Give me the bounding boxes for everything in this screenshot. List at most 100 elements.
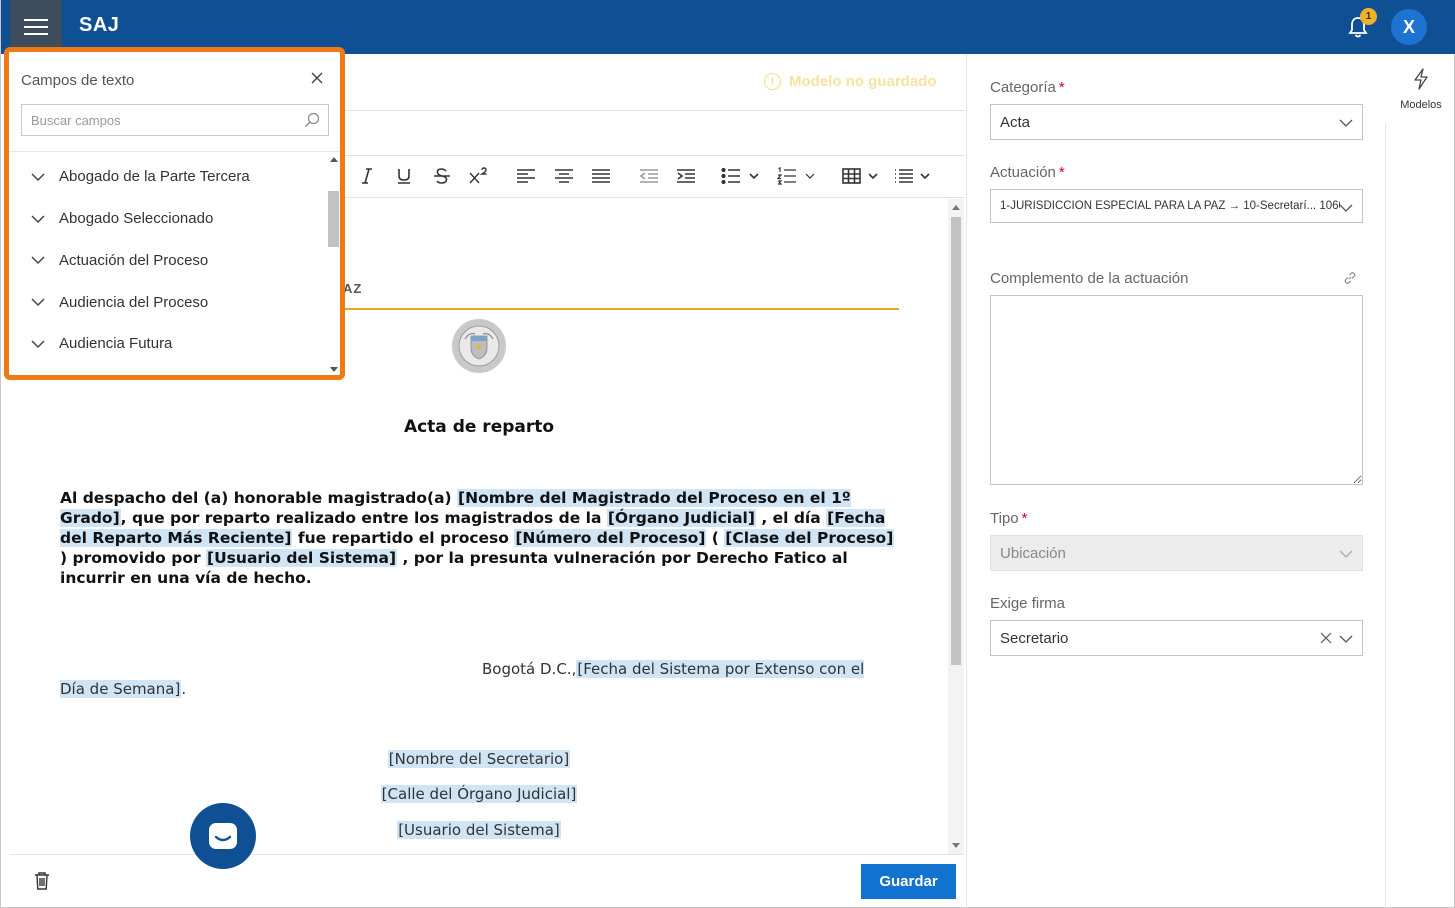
scroll-up-arrow[interactable]	[330, 157, 338, 162]
app-brand: SAJ	[79, 14, 120, 36]
field-placeholder: [Usuario del Sistema]	[397, 821, 561, 839]
italic-icon	[362, 168, 372, 184]
hamburger-icon	[24, 26, 48, 28]
numbered-list-icon	[777, 167, 815, 185]
bullet-list-icon	[721, 167, 759, 185]
app-frame: SAJ 1 X ! Modelo no guardado AZ Acta de …	[0, 0, 1455, 908]
indent-button[interactable]	[674, 164, 698, 188]
underline-button[interactable]	[392, 164, 416, 188]
field-placeholder: [Órgano Judicial]	[606, 509, 756, 527]
chat-icon	[209, 823, 237, 849]
search-fields-input[interactable]	[21, 104, 329, 136]
search-icon[interactable]	[304, 112, 320, 128]
clear-icon[interactable]	[1320, 632, 1332, 644]
close-icon[interactable]	[309, 70, 325, 86]
label-text: Tipo	[990, 510, 1019, 527]
complemento-textarea[interactable]	[990, 295, 1363, 485]
scroll-down-arrow[interactable]	[330, 367, 338, 372]
divider	[1385, 124, 1386, 908]
paragraph-format-button[interactable]	[894, 164, 934, 188]
paragraph-text: , que por reparto realizado entre los ma…	[120, 509, 607, 527]
chevron-down-icon	[31, 173, 45, 181]
categoria-select[interactable]: Acta	[990, 104, 1363, 140]
lightning-icon	[1414, 68, 1428, 90]
place-date-line: Bogotá D.C., [Fecha del Sistema por Exte…	[60, 659, 890, 699]
scroll-up-arrow[interactable]	[952, 205, 960, 210]
avatar[interactable]: X	[1391, 9, 1427, 45]
tipo-select: Ubicación	[990, 535, 1363, 571]
tipo-label: Tipo *	[990, 510, 1027, 527]
divider	[10, 854, 965, 855]
align-left-button[interactable]	[514, 164, 538, 188]
exige-firma-select[interactable]: Secretario	[990, 620, 1363, 656]
list-item-label: Audiencia del Proceso	[59, 293, 209, 311]
outdent-button[interactable]	[637, 164, 661, 188]
paragraph-format-icon	[895, 169, 930, 183]
info-icon: !	[764, 73, 781, 90]
align-center-icon	[555, 169, 573, 183]
chat-launcher-button[interactable]	[190, 803, 256, 869]
list-item[interactable]: Abogado Seleccionado	[9, 198, 325, 240]
superscript-icon	[469, 167, 487, 184]
trash-icon[interactable]	[33, 871, 51, 891]
scroll-down-arrow[interactable]	[952, 843, 960, 848]
strikethrough-icon	[434, 168, 450, 184]
scroll-thumb[interactable]	[328, 191, 339, 247]
justify-button[interactable]	[589, 164, 613, 188]
chevron-down-icon	[31, 298, 45, 307]
save-status: ! Modelo no guardado	[764, 73, 937, 90]
outdent-icon	[639, 169, 658, 183]
divider	[966, 54, 967, 908]
list-item[interactable]: Audiencia del Proceso	[9, 281, 325, 323]
list-item-label: Abogado Seleccionado	[59, 210, 214, 228]
signature-field: [Nombre del Secretario]	[10, 750, 948, 768]
header-rule	[343, 308, 899, 310]
panel-title: Campos de texto	[21, 72, 135, 89]
signature-field: [Calle del Órgano Judicial]	[10, 785, 948, 803]
actuacion-select[interactable]: 1-JURISDICCÍON ESPECIAL PARA LA PAZ → 10…	[990, 189, 1363, 223]
document-scrollbar[interactable]	[948, 199, 964, 854]
chevron-down-icon	[1339, 635, 1353, 643]
align-left-icon	[517, 169, 535, 183]
underline-icon	[398, 169, 410, 184]
actuacion-label: Actuación *	[990, 164, 1065, 181]
top-bar: SAJ 1 X	[1, 0, 1455, 54]
signature-field: [Usuario del Sistema]	[10, 821, 948, 839]
list-item[interactable]: Actuación del Proceso	[9, 240, 325, 282]
align-center-button[interactable]	[552, 164, 576, 188]
list-item[interactable]: Audiencia Futura	[9, 323, 325, 365]
justify-icon	[592, 169, 610, 183]
field-placeholder: [Clase del Proceso]	[724, 529, 895, 547]
chevron-down-icon	[31, 215, 45, 223]
bullet-list-button[interactable]	[721, 164, 761, 188]
table-button[interactable]	[842, 164, 882, 188]
list-item[interactable]: Abogado de la Parte Tercera	[9, 156, 325, 198]
field-placeholder: [Nombre del Secretario]	[387, 750, 571, 768]
field-placeholder: [Número del Proceso]	[514, 529, 707, 547]
document-paragraph: Al despacho del (a) honorable magistrado…	[60, 488, 905, 588]
list-item-label: Audiencia Futura	[59, 335, 173, 353]
paragraph-text: ) promovido por	[60, 549, 207, 567]
list-item-label: Abogado de la Parte Tercera	[59, 168, 250, 186]
numbered-list-button[interactable]	[777, 164, 817, 188]
scroll-thumb[interactable]	[951, 217, 961, 665]
italic-button[interactable]	[355, 164, 379, 188]
coat-of-arms-seal	[452, 319, 506, 373]
save-button[interactable]: Guardar	[861, 864, 956, 899]
indent-icon	[677, 169, 695, 183]
panel-scrollbar[interactable]	[325, 152, 340, 375]
document-title: Acta de reparto	[403, 417, 555, 437]
fields-list: Abogado de la Parte Tercera Abogado Sele…	[9, 156, 325, 365]
place-suffix: .	[181, 680, 187, 698]
place-prefix: Bogotá D.C.,	[482, 660, 577, 678]
menu-button[interactable]	[10, 0, 62, 54]
superscript-button[interactable]	[467, 164, 491, 188]
selected-value: Secretario	[1000, 629, 1069, 647]
modelos-button[interactable]: Modelos	[1395, 68, 1447, 111]
chevron-down-icon	[31, 256, 45, 265]
field-placeholder: [Usuario del Sistema]	[206, 549, 398, 567]
strikethrough-button[interactable]	[430, 164, 454, 188]
link-icon[interactable]	[1343, 271, 1357, 285]
selected-value: Acta	[1000, 113, 1031, 131]
field-placeholder: [Calle del Órgano Judicial]	[380, 785, 578, 803]
